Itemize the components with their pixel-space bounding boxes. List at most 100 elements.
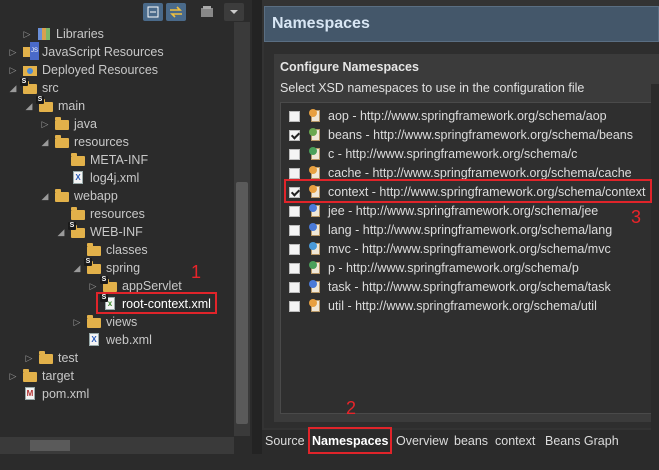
collapsed-chevron-icon[interactable]: ▷ — [40, 115, 50, 133]
tree-item-label: web.xml — [106, 333, 152, 347]
expanded-chevron-icon[interactable]: ◢ — [40, 133, 50, 151]
tab-overview[interactable]: Overview — [396, 432, 448, 450]
folder-icon — [54, 116, 70, 132]
section-title: Configure Namespaces — [280, 60, 419, 74]
namespace-item[interactable]: beans - http://www.springframework.org/s… — [289, 126, 633, 144]
collapsed-chevron-icon[interactable]: ▷ — [8, 43, 18, 61]
collapsed-chevron-icon[interactable]: ▷ — [8, 61, 18, 79]
tab-source[interactable]: Source — [265, 432, 305, 450]
beans-icon — [309, 128, 323, 142]
tree-item[interactable]: resources — [56, 205, 145, 223]
tree-item[interactable]: META-INF — [56, 151, 148, 169]
library-icon — [36, 26, 52, 42]
expanded-chevron-icon[interactable]: ◢ — [56, 223, 66, 241]
tree-item[interactable]: classes — [72, 241, 148, 259]
namespace-label: mvc - http://www.springframework.org/sch… — [328, 242, 611, 256]
tree-item[interactable]: ▷ Deployed Resources — [8, 61, 159, 79]
namespace-checkbox[interactable] — [289, 243, 300, 255]
namespace-item[interactable]: aop - http://www.springframework.org/sch… — [289, 107, 607, 125]
namespace-checkbox[interactable] — [289, 110, 300, 122]
jee-icon — [309, 204, 323, 218]
namespace-checkbox[interactable] — [289, 129, 300, 141]
tree-item[interactable]: ◢ resources — [40, 133, 129, 151]
namespace-item[interactable]: c - http://www.springframework.org/schem… — [289, 145, 577, 163]
namespace-item[interactable]: task - http://www.springframework.org/sc… — [289, 278, 611, 296]
tab-beans[interactable]: beans — [454, 432, 488, 450]
namespace-item[interactable]: p - http://www.springframework.org/schem… — [289, 259, 579, 277]
folder-icon — [54, 134, 70, 150]
link-with-editor-icon[interactable] — [166, 3, 186, 21]
tree-item[interactable]: Xlog4j.xml — [56, 169, 139, 187]
tree-item-label: pom.xml — [42, 387, 90, 401]
folder-icon — [70, 206, 86, 222]
collapsed-chevron-icon[interactable]: ▷ — [22, 25, 32, 43]
collapse-all-icon[interactable] — [143, 3, 163, 21]
tree-item-label: resources — [74, 135, 129, 149]
editor-scrollbar[interactable] — [651, 84, 659, 470]
namespace-checkbox[interactable] — [289, 300, 300, 312]
folder-icon — [86, 242, 102, 258]
tree-item[interactable]: ▷ Libraries — [22, 25, 104, 43]
tree-item[interactable]: ◢ Ssrc — [8, 78, 59, 97]
tree-item[interactable]: Mpom.xml — [8, 385, 89, 403]
folder-icon — [38, 350, 54, 366]
tab-context[interactable]: context — [495, 432, 535, 450]
explorer-toolbar — [0, 0, 252, 22]
expanded-chevron-icon[interactable]: ◢ — [72, 259, 82, 277]
editor-header: Namespaces — [264, 6, 659, 42]
tree-horizontal-scroll-thumb[interactable] — [30, 440, 70, 451]
filters-icon[interactable] — [197, 3, 217, 21]
namespace-checkbox[interactable] — [289, 281, 300, 293]
namespace-item[interactable]: lang - http://www.springframework.org/sc… — [289, 221, 612, 239]
folder-icon: S — [84, 258, 102, 276]
tree-item[interactable]: ▷ target — [8, 367, 74, 385]
namespace-checkbox[interactable] — [289, 224, 300, 236]
namespace-label: beans - http://www.springframework.org/s… — [328, 128, 633, 142]
tab-beans-graph[interactable]: Beans Graph — [545, 432, 619, 450]
collapsed-chevron-icon[interactable]: ▷ — [24, 349, 34, 367]
tree-item-label: Libraries — [56, 27, 104, 41]
namespace-item[interactable]: util - http://www.springframework.org/sc… — [289, 297, 597, 315]
namespace-item[interactable]: mvc - http://www.springframework.org/sch… — [289, 240, 611, 258]
tree-item-label: target — [42, 369, 74, 383]
tree-vertical-scroll-thumb[interactable] — [236, 182, 248, 424]
tree-item[interactable]: ▷ JavaScript Resources — [8, 42, 164, 61]
tree-item[interactable]: ▷ test — [24, 349, 78, 367]
namespace-list: aop - http://www.springframework.org/sch… — [280, 102, 659, 414]
expanded-chevron-icon[interactable]: ◢ — [24, 97, 34, 115]
collapsed-chevron-icon[interactable]: ▷ — [8, 367, 18, 385]
tree-item[interactable]: ▷ views — [72, 313, 137, 331]
namespace-checkbox[interactable] — [289, 148, 300, 160]
spring-config-editor: Namespaces Configure Namespaces Select X… — [262, 0, 659, 470]
project-explorer: ▷ Libraries ▷ JavaScript Resources ▷ Deployed… — [0, 0, 252, 454]
expanded-chevron-icon[interactable]: ◢ — [40, 187, 50, 205]
tree-item-label: log4j.xml — [90, 171, 140, 185]
namespace-label: c - http://www.springframework.org/schem… — [328, 147, 578, 161]
tree-item[interactable]: Xweb.xml — [72, 331, 152, 349]
tree-item[interactable]: ▷ java — [40, 115, 97, 133]
pane-divider[interactable] — [252, 0, 262, 454]
expanded-chevron-icon[interactable]: ◢ — [8, 79, 18, 97]
namespace-item[interactable]: jee - http://www.springframework.org/sch… — [289, 202, 598, 220]
folder-icon — [22, 368, 38, 384]
task-icon — [309, 280, 323, 294]
collapsed-chevron-icon[interactable]: ▷ — [72, 313, 82, 331]
tree-item[interactable]: ◢ S WEB-INF — [56, 222, 143, 241]
namespace-checkbox[interactable] — [289, 167, 300, 179]
tree-item[interactable]: ◢ Sspring — [72, 258, 140, 277]
namespace-label: task - http://www.springframework.org/sc… — [328, 280, 611, 294]
xml-file-icon: X — [86, 332, 102, 348]
tree-vertical-scrollbar[interactable] — [234, 22, 250, 436]
lang-icon — [309, 223, 323, 237]
namespace-label: jee - http://www.springframework.org/sch… — [328, 204, 599, 218]
view-menu-icon[interactable] — [224, 3, 244, 21]
page-title: Namespaces — [272, 15, 370, 32]
tree-item[interactable]: ◢ Smain — [24, 96, 85, 115]
namespace-checkbox[interactable] — [289, 205, 300, 217]
aop-icon — [309, 109, 323, 123]
tree-item[interactable]: ◢ webapp — [40, 187, 118, 205]
tree-horizontal-scrollbar[interactable] — [0, 437, 234, 454]
namespace-checkbox[interactable] — [289, 262, 300, 274]
tree-item-label: webapp — [74, 189, 118, 203]
annotation-label-2: 2 — [346, 398, 357, 418]
